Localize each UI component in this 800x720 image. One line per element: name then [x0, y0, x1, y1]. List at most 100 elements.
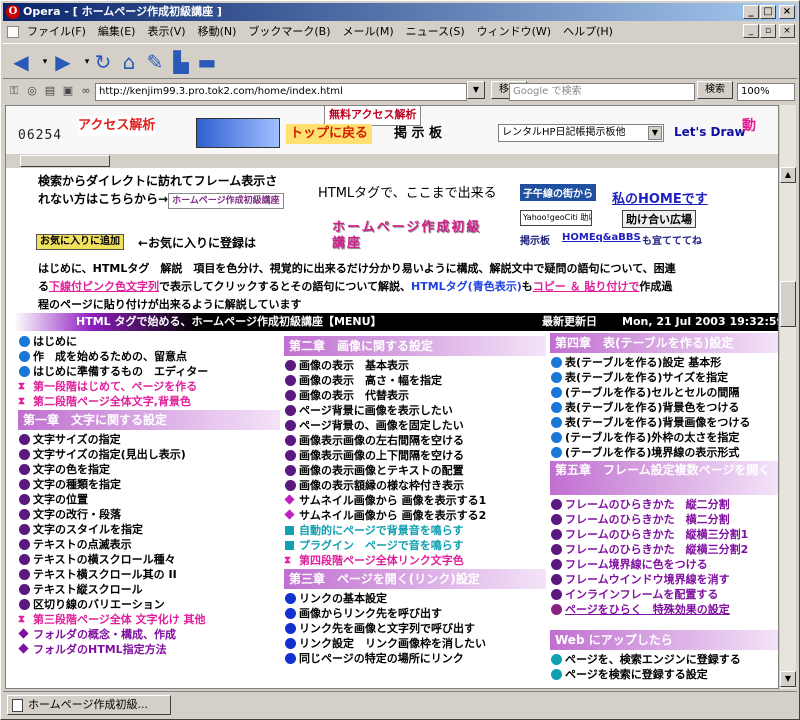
horizontal-scroll-thumb[interactable] — [20, 155, 110, 167]
menu-news[interactable]: ニュース(S) — [400, 22, 471, 41]
list-item[interactable]: 文字の種類を指定 — [18, 477, 280, 492]
list-item[interactable]: フォルダのHTML指定方法 — [18, 642, 280, 657]
list-item[interactable]: 画像の表示 代替表示 — [284, 388, 546, 403]
list-item[interactable]: 表(テーブルを作る)設定 基本形 — [550, 355, 778, 370]
menu-help[interactable]: ヘルプ(H) — [557, 22, 619, 41]
home-logo-link[interactable]: ホームページ作成初級講座 — [168, 193, 284, 209]
home-logo-large[interactable]: ホームページ作成初級講座 — [332, 220, 482, 252]
list-item[interactable]: フレームウインドウ境界線を消す — [550, 572, 778, 587]
mdi-restore-button[interactable]: ▫ — [760, 24, 776, 38]
list-item[interactable]: 自動的にページで背景音を鳴らす — [284, 523, 546, 538]
menu-edit[interactable]: 編集(E) — [92, 22, 142, 41]
list-item[interactable]: ⧗ 第三段階ページ全体 文字化け 其他 — [18, 612, 280, 627]
forward-arrow-icon[interactable]: ▶ — [51, 50, 75, 74]
pink-underline-link[interactable]: 下線付ピンク色文字列 — [49, 280, 159, 293]
list-item[interactable]: テキストの点滅表示 — [18, 537, 280, 552]
link-icon[interactable]: ∞ — [79, 84, 93, 98]
list-item[interactable]: 文字サイズの指定(見出し表示) — [18, 447, 280, 462]
list-item[interactable]: フレームのひらきかた 縦横三分割1 — [550, 527, 778, 542]
list-item[interactable]: 画像の表示額縁の様な枠付き表示 — [284, 478, 546, 493]
list-item[interactable]: 文字の色を指定 — [18, 462, 280, 477]
list-item[interactable]: フレームのひらきかた 縦横三分割2 — [550, 542, 778, 557]
list-item[interactable]: 同じページの特定の場所にリンク — [284, 651, 546, 666]
list-item[interactable]: ページ背景に画像を表示したい — [284, 403, 546, 418]
hotlist-icon[interactable]: ✎ — [143, 50, 167, 74]
list-item[interactable]: 区切り線のバリエーション — [18, 597, 280, 612]
minimize-button[interactable]: _ — [743, 5, 759, 19]
menu-bookmarks[interactable]: ブックマーク(B) — [242, 22, 336, 41]
cookie-icon[interactable]: ◎ — [25, 84, 39, 98]
list-item[interactable]: ⧗ 第四段階ページ全体リンク文字色 — [284, 553, 546, 568]
menu-view[interactable]: 表示(V) — [141, 22, 191, 41]
free-access-banner[interactable]: 無料アクセス解析 — [324, 106, 422, 126]
menu-navigate[interactable]: 移動(N) — [192, 22, 243, 41]
list-item[interactable]: 画像表示画像の上下間隔を空ける — [284, 448, 546, 463]
horizontal-scrollbar[interactable] — [6, 154, 778, 168]
list-item[interactable]: 画像からリンク先を呼び出す — [284, 606, 546, 621]
list-item[interactable]: 表(テーブルを作る)背景色をつける — [550, 400, 778, 415]
access-banner[interactable]: アクセス解析 — [78, 116, 156, 136]
search-input[interactable]: Google で検索 — [509, 83, 695, 101]
list-item[interactable]: ページを、検索エンジンに登録する — [550, 652, 778, 667]
list-item[interactable]: (テーブルを作る)セルとセルの間隔 — [550, 385, 778, 400]
print-icon[interactable]: ▙ — [169, 50, 193, 74]
bbs-banner[interactable]: 掲 示 板 — [394, 124, 442, 144]
vertical-scroll-thumb[interactable] — [780, 281, 796, 327]
image-icon[interactable]: ▣ — [61, 84, 75, 98]
add-favorites-button[interactable]: お気に入りに追加 — [36, 234, 124, 250]
list-item[interactable]: フレームのひらきかた 横二分割 — [550, 512, 778, 527]
mdi-close-button[interactable]: × — [779, 24, 795, 38]
scroll-down-arrow-icon[interactable]: ▼ — [780, 671, 796, 687]
list-item[interactable]: テキスト縦スクロール — [18, 582, 280, 597]
list-item[interactable]: ページを検索に登録する設定 — [550, 667, 778, 682]
list-item[interactable]: フレーム境界線に色をつける — [550, 557, 778, 572]
list-item[interactable]: リンク先を画像と文字列で呼び出す — [284, 621, 546, 636]
close-button[interactable]: × — [779, 5, 795, 19]
copy-paste-link[interactable]: コピー ＆ 貼り付けで — [533, 280, 640, 293]
list-item[interactable]: インラインフレームを配置する — [550, 587, 778, 602]
list-item[interactable]: 文字の位置 — [18, 492, 280, 507]
rental-select[interactable]: レンタルHP日記帳掲示板他 — [498, 124, 664, 142]
reload-icon[interactable]: ↻ — [91, 50, 115, 74]
list-item[interactable]: 表(テーブルを作る)サイズを指定 — [550, 370, 778, 385]
list-item[interactable]: 画像の表示画像とテキストの配置 — [284, 463, 546, 478]
chart-banner-image[interactable] — [196, 118, 280, 148]
list-item[interactable]: 文字のスタイルを指定 — [18, 522, 280, 537]
list-item[interactable]: ⧗ 第一段階はじめて、ページを作る — [18, 379, 280, 394]
vertical-scrollbar[interactable]: ▲ ▼ — [779, 105, 796, 689]
lets-draw-banner[interactable]: Let's Draw — [674, 122, 746, 142]
list-item[interactable]: 画像表示画像の左右間隔を空ける — [284, 433, 546, 448]
list-item[interactable]: サムネイル画像から 画像を表示する2 — [284, 508, 546, 523]
home-icon[interactable]: ⌂ — [117, 50, 141, 74]
page-icon[interactable]: ▤ — [43, 84, 57, 98]
zoom-select[interactable]: 100% — [737, 83, 795, 101]
list-item[interactable]: 画像の表示 基本表示 — [284, 358, 546, 373]
list-item[interactable]: テキストの横スクロール種々 — [18, 552, 280, 567]
list-item[interactable]: ページ背景の、画像を固定したい — [284, 418, 546, 433]
list-item[interactable]: はじめに準備するもの エディター — [18, 364, 280, 379]
yahoo-geocities-badge[interactable]: Yahoo!geoCiti 助け合い広場 — [520, 210, 592, 226]
menu-window[interactable]: ウィンドウ(W) — [471, 22, 557, 41]
save-icon[interactable]: ▬ — [195, 50, 219, 74]
page-tab[interactable]: ホームページ作成初級... — [7, 695, 171, 715]
list-item[interactable]: 作 成を始めるための、留意点 — [18, 349, 280, 364]
list-item[interactable]: 文字の改行・段落 — [18, 507, 280, 522]
list-item[interactable]: リンクの基本設定 — [284, 591, 546, 606]
list-item[interactable]: 文字サイズの指定 — [18, 432, 280, 447]
mdi-minimize-button[interactable]: _ — [743, 24, 759, 38]
list-item[interactable]: はじめに — [18, 334, 280, 349]
title-bar[interactable]: O Opera - [ ホームページ作成初級講座 ] _ □ × — [3, 3, 797, 21]
my-home-link[interactable]: 私のHOMEです — [612, 188, 708, 207]
back-arrow-icon[interactable]: ◀ — [9, 50, 33, 74]
list-item[interactable]: サムネイル画像から 画像を表示する1 — [284, 493, 546, 508]
list-item[interactable]: フレームのひらきかた 縦二分割 — [550, 497, 778, 512]
list-item[interactable]: フォルダの概念・構成、作成 — [18, 627, 280, 642]
list-item[interactable]: 画像の表示 高さ・幅を指定 — [284, 373, 546, 388]
list-item[interactable]: 表(テーブルを作る)背景画像をつける — [550, 415, 778, 430]
motion-banner[interactable]: 動 — [742, 116, 756, 136]
url-input[interactable]: http://kenjim99.3.pro.tok2.com/home/inde… — [95, 83, 467, 101]
bbs-link[interactable]: HOMEq&aBBS — [562, 232, 641, 243]
list-item[interactable]: (テーブルを作る)外枠の太さを指定 — [550, 430, 778, 445]
search-button[interactable]: 検索 — [697, 81, 733, 99]
list-item[interactable]: リンク設定 リンク画像枠を消したい — [284, 636, 546, 651]
